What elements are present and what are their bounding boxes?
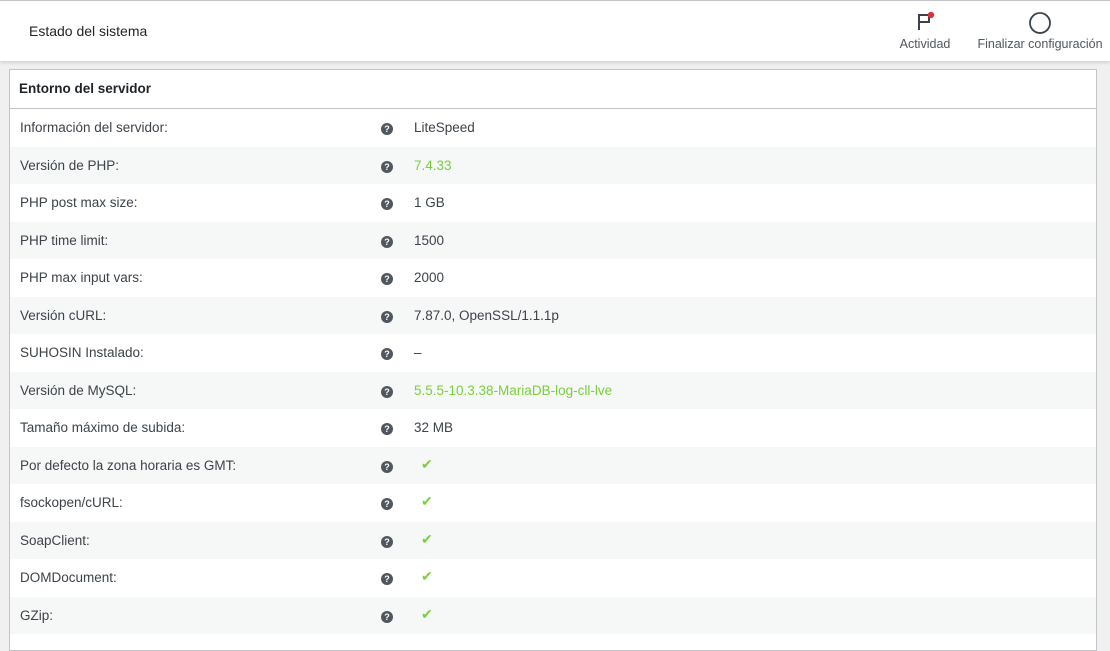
help-icon[interactable]: ? — [381, 198, 393, 210]
status-row-label: fsockopen/cURL: — [20, 495, 123, 510]
status-row-label: Versión de MySQL: — [20, 382, 137, 398]
status-row-label: Versión cURL: — [20, 307, 107, 323]
status-row-label: PHP max input vars: — [20, 270, 143, 285]
finish-setup-label: Finalizar configuración — [977, 37, 1103, 51]
status-row: SoapClient:? ✔ — [10, 521, 1096, 559]
status-row-label: DOMDocument: — [20, 570, 117, 585]
status-row: Versión de PHP:? 7.4.33 — [10, 146, 1096, 184]
help-icon[interactable]: ? — [381, 160, 393, 173]
status-row: PHP time limit:? 1500 — [10, 221, 1096, 259]
status-row-label: Por defecto la zona horaria es GMT: — [20, 457, 237, 473]
status-row: Versión cURL:? 7.87.0, OpenSSL/1.1.1p — [10, 296, 1096, 334]
status-row: Tamaño máximo de subida:? 32 MB — [10, 409, 1096, 447]
status-row-value: 5.5.5-10.3.38-MariaDB-log-cll-lve — [414, 382, 613, 398]
status-row-label: PHP post max size: — [20, 195, 138, 210]
status-row: Versión de MySQL:? 5.5.5-10.3.38-MariaDB-… — [10, 371, 1096, 409]
status-row-label: Información del servidor: — [20, 120, 168, 135]
status-row-label: Tamaño máximo de subida: — [20, 420, 186, 435]
check-icon: ✔ — [421, 493, 433, 509]
status-row: fsockopen/cURL:? ✔ — [10, 484, 1096, 522]
status-row: PHP max input vars:? 2000 — [10, 259, 1096, 297]
status-row-value: LiteSpeed — [414, 120, 475, 135]
status-row-value: 2000 — [414, 270, 445, 285]
help-icon[interactable]: ? — [381, 310, 393, 323]
help-icon[interactable]: ? — [381, 235, 393, 248]
status-row-label: SUHOSIN Instalado: — [20, 345, 144, 360]
status-row-label: SoapClient: — [20, 532, 90, 548]
finish-setup-button[interactable]: Finalizar configuración — [975, 11, 1105, 51]
status-row-value: 32 MB — [414, 420, 454, 435]
help-icon[interactable]: ? — [381, 498, 393, 510]
status-row: Por defecto la zona horaria es GMT:? ✔ — [10, 446, 1096, 484]
page-title: Estado del sistema — [29, 23, 148, 39]
status-row: GZip:? ✔ — [10, 596, 1096, 634]
panel-title: Entorno del servidor — [10, 70, 1096, 109]
status-row: SUHOSIN Instalado:? – — [10, 334, 1096, 372]
status-row-value: – — [414, 345, 422, 360]
activity-label: Actividad — [899, 37, 951, 51]
flag-icon — [898, 11, 952, 33]
help-icon[interactable]: ? — [381, 273, 393, 285]
check-icon: ✔ — [421, 455, 433, 472]
status-row-value: 1 GB — [414, 195, 445, 210]
help-icon[interactable]: ? — [381, 573, 393, 585]
server-environment-panel: Entorno del servidor Información del ser… — [9, 69, 1097, 651]
top-bar: Estado del sistema Actividad Finalizar c… — [0, 0, 1110, 61]
status-row-value: 7.4.33 — [414, 157, 452, 173]
status-row-label: GZip: — [20, 607, 54, 623]
help-icon[interactable]: ? — [381, 348, 393, 360]
help-icon[interactable]: ? — [381, 610, 393, 623]
status-row: DOMDocument:? ✔ — [10, 559, 1096, 597]
activity-button[interactable]: Actividad — [898, 11, 952, 51]
help-icon[interactable]: ? — [381, 423, 393, 435]
help-icon[interactable]: ? — [381, 460, 393, 473]
status-row-value: 1500 — [414, 232, 445, 248]
status-row: PHP post max size:? 1 GB — [10, 184, 1096, 222]
status-row-value: 7.87.0, OpenSSL/1.1.1p — [414, 307, 559, 323]
help-icon[interactable]: ? — [381, 385, 393, 398]
notification-dot — [927, 11, 935, 19]
help-icon[interactable]: ? — [381, 123, 393, 135]
check-icon: ✔ — [421, 605, 433, 622]
status-row-label: Versión de PHP: — [20, 157, 120, 173]
circle-progress-icon — [975, 11, 1105, 34]
check-icon: ✔ — [421, 568, 433, 584]
check-icon: ✔ — [421, 530, 433, 547]
help-icon[interactable]: ? — [381, 535, 393, 548]
status-rows: Información del servidor:? LiteSpeed Versi… — [10, 109, 1096, 634]
status-row-label: PHP time limit: — [20, 232, 109, 248]
status-row: Información del servidor:? LiteSpeed — [10, 109, 1096, 147]
